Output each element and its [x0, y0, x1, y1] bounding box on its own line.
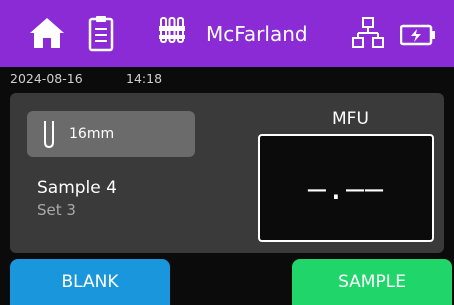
tube-size-label: 16mm [69, 126, 115, 142]
date-label: 2024-08-16 [10, 71, 83, 86]
mfu-value: —.—— [307, 172, 385, 207]
mfu-label: MFU [332, 109, 369, 129]
network-icon[interactable] [352, 16, 384, 54]
status-bar: 2024-08-16 14:18 [0, 67, 454, 91]
blank-button[interactable]: BLANK [10, 259, 170, 305]
page-title: McFarland [206, 22, 308, 46]
mfu-display: —.—— [258, 134, 434, 242]
test-tube-icon [43, 120, 55, 152]
tube-size-selector[interactable]: 16mm [27, 111, 195, 157]
top-bar: McFarland [0, 0, 454, 67]
tube-rack-icon[interactable] [158, 16, 186, 54]
sample-button[interactable]: SAMPLE [292, 259, 452, 305]
sample-set: Set 3 [37, 201, 76, 219]
clipboard-icon[interactable] [88, 14, 114, 56]
measurement-panel: 16mm Sample 4 Set 3 MFU —.—— [10, 93, 444, 253]
time-label: 14:18 [126, 71, 163, 86]
home-icon[interactable] [28, 16, 66, 54]
battery-icon [399, 24, 436, 50]
sample-name: Sample 4 [37, 178, 117, 198]
